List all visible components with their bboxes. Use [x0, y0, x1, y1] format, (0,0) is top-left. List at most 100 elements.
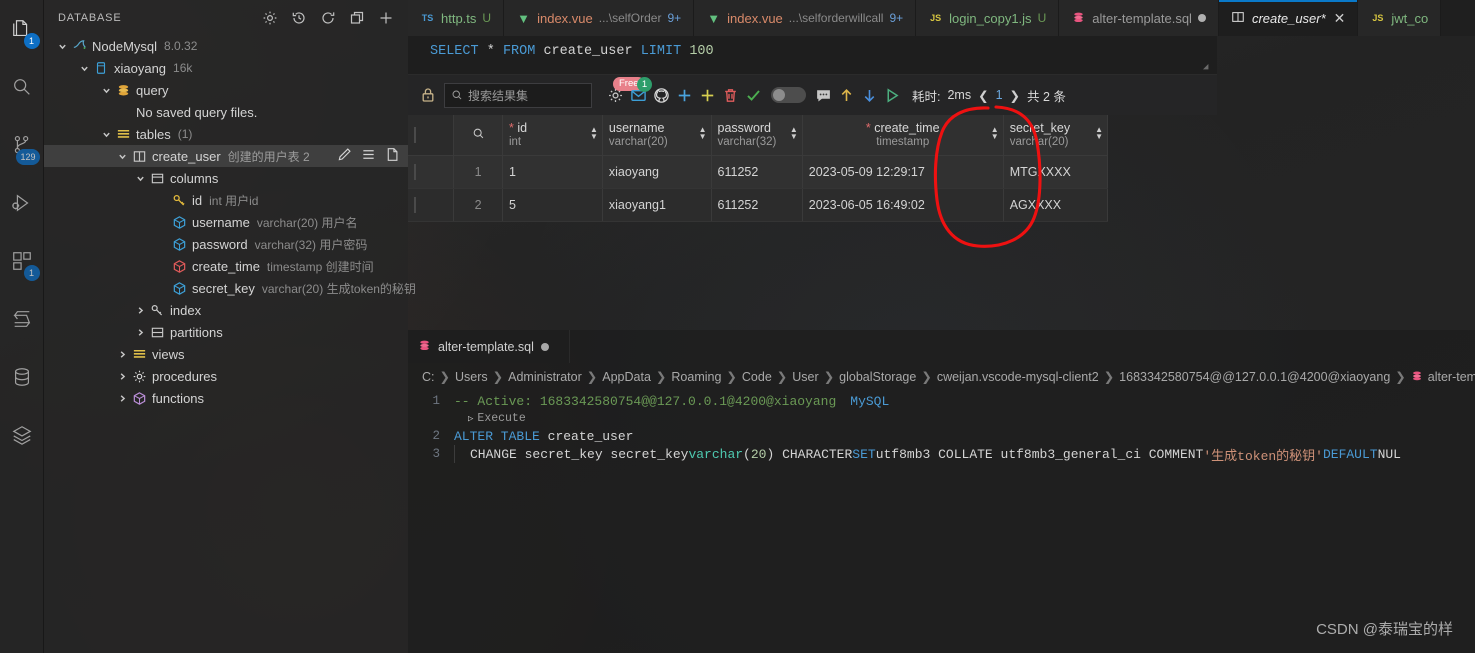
cell-username[interactable]: xiaoyang: [602, 155, 712, 189]
tree-item-column-secret-key[interactable]: secret_key varchar(20) 生成token的秘钥: [44, 277, 416, 299]
select-all-header[interactable]: [408, 115, 455, 156]
file-icon[interactable]: [385, 147, 400, 165]
sql-code-editor[interactable]: 1 -- Active: 1683342580754@@127.0.0.1@42…: [408, 390, 1475, 464]
collapse-all-icon[interactable]: [349, 10, 365, 26]
plus-icon[interactable]: [378, 10, 394, 26]
confirm-button[interactable]: [742, 82, 765, 108]
breadcrumb-item[interactable]: alter-templa: [1428, 370, 1475, 384]
tree-item-query[interactable]: query: [44, 79, 408, 101]
cell-secret-key[interactable]: MTGXXXX: [1003, 155, 1108, 189]
tree-item-column-create-time[interactable]: create_time timestamp 创建时间: [44, 255, 408, 277]
tab-login-copy1-js[interactable]: JS login_copy1.js U: [916, 0, 1060, 36]
twisty-right-icon[interactable]: [114, 343, 130, 365]
tree-item-column-id[interactable]: id int 用户id: [44, 189, 408, 211]
tree-item-functions[interactable]: functions: [44, 387, 408, 409]
breadcrumb-item[interactable]: User: [792, 370, 818, 384]
tab-alter-template-sql[interactable]: alter-template.sql: [1059, 0, 1219, 36]
next-page-button[interactable]: ❯: [1010, 88, 1020, 103]
column-header-create-time[interactable]: * create_time timestamp ▲ ▼: [802, 115, 1004, 156]
sort-icon[interactable]: ▲ ▼: [991, 126, 999, 141]
row-select-cell[interactable]: [408, 188, 455, 222]
close-icon[interactable]: ✕: [1334, 10, 1346, 27]
breadcrumb-item[interactable]: Administrator: [508, 370, 582, 384]
cell-password[interactable]: 611252: [711, 188, 803, 222]
tree-item-tables[interactable]: tables (1): [44, 123, 408, 145]
cell-create-time[interactable]: 2023-06-05 16:49:02: [802, 188, 1004, 222]
delete-row-button[interactable]: [719, 82, 742, 108]
column-header-id[interactable]: * id int ▲ ▼: [502, 115, 603, 156]
edit-mode-toggle[interactable]: [771, 87, 806, 103]
bottom-tab-alter-template[interactable]: alter-template.sql: [408, 330, 570, 363]
twisty-down-icon[interactable]: [98, 123, 114, 145]
column-header-username[interactable]: username varchar(20) ▲ ▼: [602, 115, 712, 156]
activity-item-search[interactable]: [0, 66, 44, 112]
row-select-cell[interactable]: [408, 155, 455, 189]
twisty-right-icon[interactable]: [114, 387, 130, 409]
codelens-label[interactable]: Execute: [477, 412, 525, 425]
twisty-right-icon[interactable]: [114, 365, 130, 387]
pencil-icon[interactable]: [337, 147, 352, 165]
select-all-checkbox[interactable]: [414, 126, 416, 143]
sort-icon[interactable]: ▲ ▼: [699, 126, 707, 141]
lock-icon[interactable]: [418, 87, 438, 103]
sort-icon[interactable]: ▲ ▼: [590, 126, 598, 141]
cell-id[interactable]: 5: [502, 188, 603, 222]
add-row-button[interactable]: [673, 82, 696, 108]
activity-item-settings-sync[interactable]: [0, 298, 44, 344]
twisty-down-icon[interactable]: [132, 167, 148, 189]
import-down-button[interactable]: [858, 82, 881, 108]
tab-index-vue-selforder[interactable]: ▼ index.vue ...\selfOrder 9+: [504, 0, 695, 36]
tab-http-ts[interactable]: TS http.ts U: [408, 0, 505, 36]
row-checkbox[interactable]: [414, 196, 416, 213]
twisty-down-icon[interactable]: [98, 79, 114, 101]
comment-button[interactable]: [812, 82, 835, 108]
refresh-icon[interactable]: [320, 10, 336, 26]
execute-codelens[interactable]: ▷ Execute: [408, 410, 1475, 427]
twisty-down-icon[interactable]: [54, 35, 70, 57]
breadcrumb-item[interactable]: globalStorage: [839, 370, 916, 384]
twisty-right-icon[interactable]: [132, 321, 148, 343]
tree-item-columns[interactable]: columns: [44, 167, 408, 189]
github-button[interactable]: [650, 82, 673, 108]
tree-item-partitions[interactable]: partitions: [44, 321, 408, 343]
activity-item-extensions[interactable]: 1: [0, 240, 44, 286]
tree-item-views[interactable]: views: [44, 343, 408, 365]
tab-jwt-config[interactable]: JS jwt_co: [1358, 0, 1442, 36]
history-icon[interactable]: [291, 10, 307, 26]
activity-item-source-control[interactable]: 129: [0, 124, 44, 170]
activity-item-layers[interactable]: [0, 414, 44, 460]
breadcrumb-item[interactable]: Users: [455, 370, 488, 384]
cell-create-time[interactable]: 2023-05-09 12:29:17: [802, 155, 1004, 189]
sort-icon[interactable]: ▲ ▼: [790, 126, 798, 141]
twisty-down-icon[interactable]: [114, 145, 130, 167]
row-checkbox[interactable]: [414, 163, 416, 180]
activity-item-explorer[interactable]: 1: [0, 8, 44, 54]
prev-page-button[interactable]: ❮: [978, 88, 988, 103]
editor-resize-handle[interactable]: ◢: [1203, 62, 1213, 72]
export-up-button[interactable]: [835, 82, 858, 108]
twisty-down-icon[interactable]: [76, 57, 92, 79]
tab-index-vue-selforderwillcall[interactable]: ▼ index.vue ...\selforderwillcall 9+: [694, 0, 917, 36]
run-button[interactable]: [881, 82, 904, 108]
breadcrumb-item[interactable]: Roaming: [671, 370, 721, 384]
cell-password[interactable]: 611252: [711, 155, 803, 189]
breadcrumb-item[interactable]: cweijan.vscode-mysql-client2: [937, 370, 1099, 384]
tree-item-column-password[interactable]: password varchar(32) 用户密码: [44, 233, 408, 255]
breadcrumb-item[interactable]: Code: [742, 370, 772, 384]
tree-item-create-user[interactable]: create_user 创建的用户表 2: [44, 145, 408, 167]
table-row[interactable]: 2 5 xiaoyang1 611252 2023-06-05 16:49:02…: [408, 188, 1108, 222]
tree-item-column-username[interactable]: username varchar(20) 用户名: [44, 211, 408, 233]
breadcrumb-item[interactable]: AppData: [602, 370, 651, 384]
settings-button[interactable]: Free: [604, 77, 645, 108]
tab-create-user[interactable]: create_user* ✕: [1218, 0, 1359, 36]
twisty-right-icon[interactable]: [132, 299, 148, 321]
sql-query-editor[interactable]: SELECT * FROM create_user LIMIT 100 ◢: [408, 36, 1217, 75]
tree-item-connection[interactable]: NodeMysql 8.0.32: [44, 35, 408, 57]
column-header-secret-key[interactable]: secret_key varchar(20) ▲ ▼: [1003, 115, 1108, 156]
add-column-button[interactable]: [696, 82, 719, 108]
cell-secret-key[interactable]: AGXXXX: [1003, 188, 1108, 222]
mail-button[interactable]: 1: [627, 77, 652, 108]
list-icon[interactable]: [361, 147, 376, 165]
tree-item-procedures[interactable]: procedures: [44, 365, 408, 387]
breadcrumb-item[interactable]: C:: [422, 370, 435, 384]
